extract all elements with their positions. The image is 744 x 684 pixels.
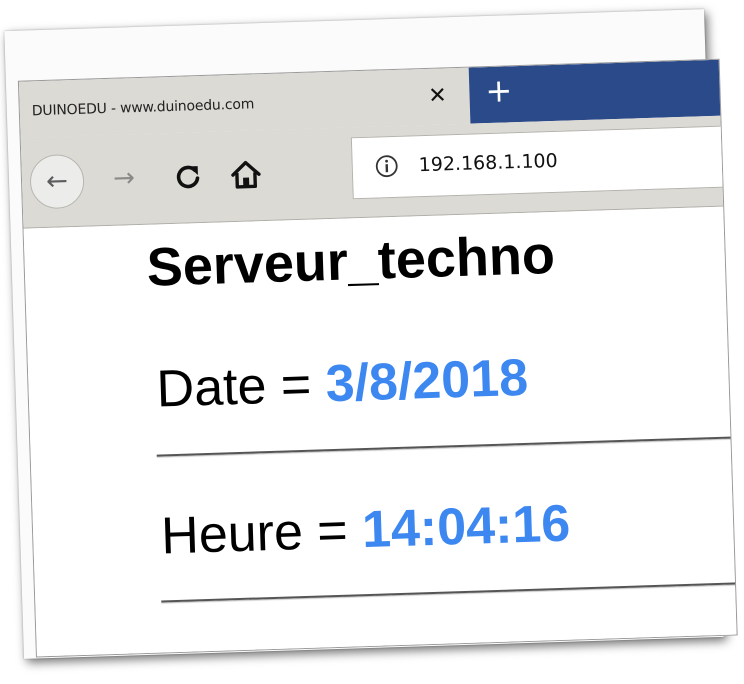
reload-button[interactable]	[169, 158, 206, 195]
screenshot-scene: DUINOEDU - www.duinoedu.com ✕ + ← → 192.…	[0, 0, 744, 684]
back-arrow-icon: ←	[45, 166, 69, 197]
home-icon	[231, 160, 261, 189]
date-value: 3/8/2018	[324, 348, 529, 414]
url-text[interactable]: 192.168.1.100	[418, 150, 558, 176]
address-bar[interactable]: 192.168.1.100	[350, 125, 727, 200]
time-label: Heure =	[160, 501, 363, 566]
page-title: Serveur_techno	[145, 224, 556, 298]
time-row: Heure = 14:04:16	[160, 494, 571, 567]
forward-button[interactable]: →	[105, 160, 142, 197]
divider	[161, 582, 738, 603]
forward-arrow-icon: →	[112, 163, 136, 194]
page-content: Serveur_techno Date = 3/8/2018 Heure = 1…	[23, 206, 738, 658]
info-icon[interactable]	[374, 154, 399, 179]
home-button[interactable]	[227, 156, 264, 193]
new-tab-button[interactable]: +	[468, 59, 731, 124]
time-value: 14:04:16	[361, 494, 572, 560]
browser-window: DUINOEDU - www.duinoedu.com ✕ + ← → 192.…	[17, 58, 738, 658]
reload-icon	[176, 165, 200, 189]
back-button[interactable]: ←	[29, 153, 85, 210]
date-label: Date =	[155, 355, 327, 419]
divider	[156, 436, 737, 457]
plus-icon: +	[484, 71, 513, 111]
close-tab-icon[interactable]: ✕	[423, 82, 452, 111]
tab-title: DUINOEDU - www.duinoedu.com	[31, 96, 255, 120]
screenshot-paper: DUINOEDU - www.duinoedu.com ✕ + ← → 192.…	[4, 9, 738, 659]
date-row: Date = 3/8/2018	[156, 348, 529, 420]
